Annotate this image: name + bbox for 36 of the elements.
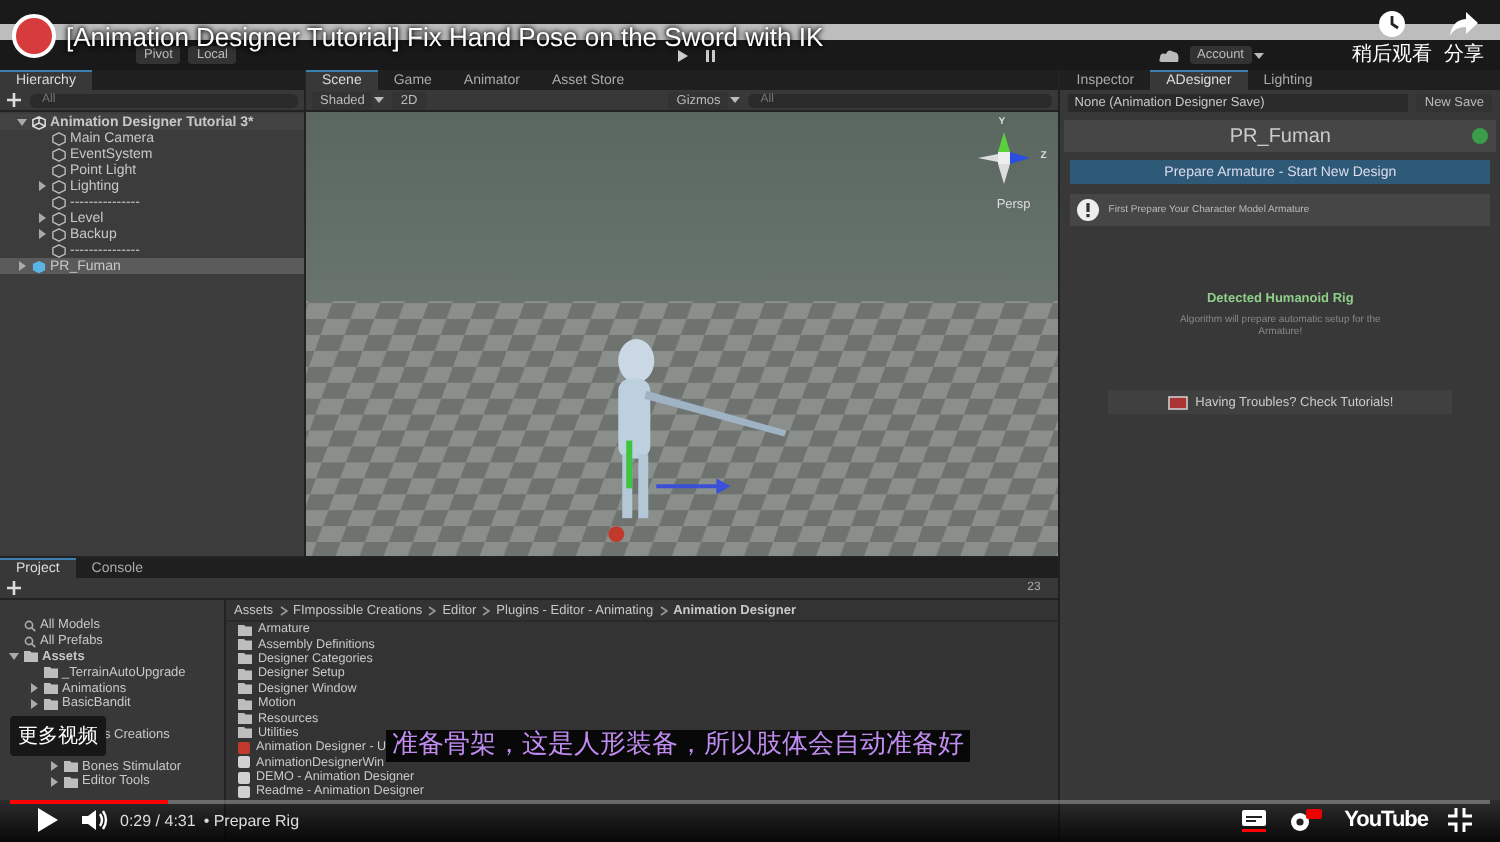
watch-later-button[interactable]: 稍后观看 [1352,10,1432,68]
chevron-right-icon [279,605,288,615]
settings-icon[interactable] [1288,808,1325,832]
expand-arrow-icon[interactable] [36,180,48,192]
chevron-right-icon [659,605,668,615]
expand-arrow-icon[interactable] [36,228,48,240]
add-icon[interactable] [6,92,22,108]
chevron-right-icon [428,605,437,615]
captions-icon[interactable] [1240,808,1269,832]
time-display: 0:29 / 4:31 [120,811,196,829]
video-icon [1167,395,1188,409]
chapter-title[interactable]: • Prepare Rig [203,811,300,829]
share-button[interactable]: 分享 [1444,10,1484,68]
search-icon [24,635,36,648]
expand-arrow-icon[interactable] [16,260,28,272]
add-icon[interactable] [6,580,22,596]
chevron-right-icon [482,605,491,615]
scene-icon [32,115,46,129]
search-icon [24,619,36,632]
subtitle-caption: 准备骨架，这是人形装备，所以肢体会自动准备好 [386,730,970,762]
target-select-icon[interactable] [1472,128,1488,144]
youtube-logo[interactable]: YouTube [1344,808,1428,832]
expand-arrow-icon[interactable] [36,212,48,224]
target-name: PR_Fuman [1229,125,1331,147]
dropdown-caret-icon[interactable] [1254,51,1264,59]
exit-fullscreen-icon[interactable] [1448,808,1472,832]
warning-icon [1076,198,1101,222]
dropdown-caret-icon[interactable] [374,96,385,104]
dropdown-caret-icon[interactable] [730,96,741,104]
cloud-icon[interactable] [1157,45,1181,65]
more-videos-button[interactable]: 更多视频 [10,716,106,756]
volume-icon[interactable] [80,806,108,834]
expand-arrow-icon[interactable] [16,116,28,128]
expand-arrow-icon[interactable] [8,650,20,663]
cube-icon [32,259,46,273]
share-arrow-icon [1448,10,1480,38]
